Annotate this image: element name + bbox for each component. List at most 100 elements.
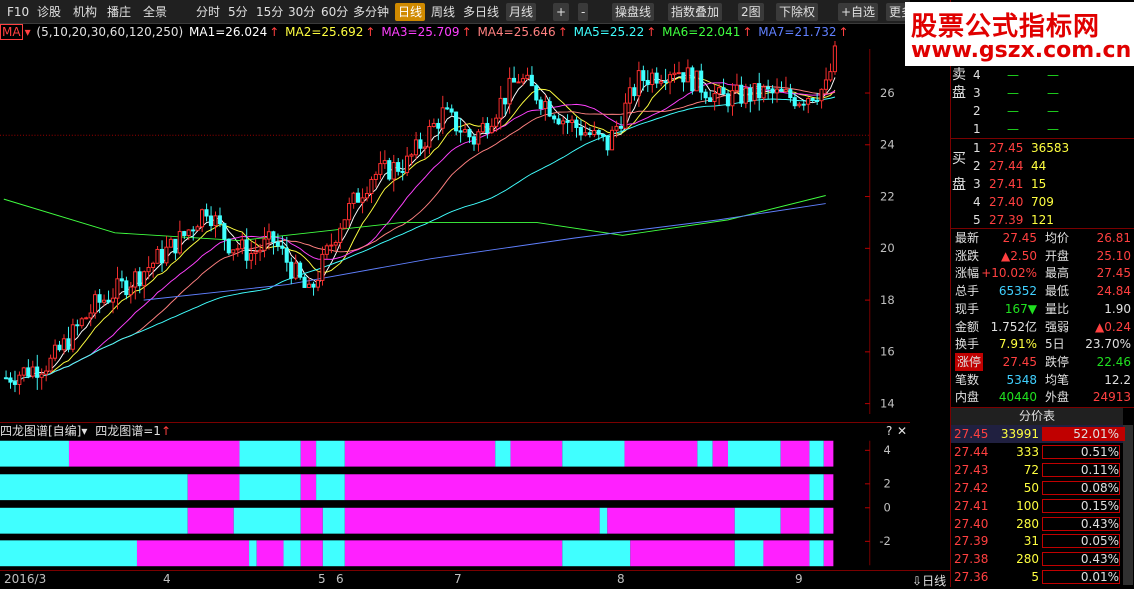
signal-segment bbox=[624, 440, 698, 467]
candle-body bbox=[235, 248, 240, 251]
buy-volume: 15 bbox=[1031, 177, 1047, 191]
candle-body bbox=[610, 129, 615, 151]
toolbar-30min-button[interactable]: 30分 bbox=[285, 3, 318, 21]
toolbar-index-overlay-button[interactable]: 指数叠加 bbox=[668, 3, 723, 21]
candle-body bbox=[57, 344, 62, 351]
sell-row: 3 — — bbox=[951, 84, 1134, 102]
quote-key: 笔数 bbox=[955, 372, 980, 387]
toolbar-5min-button[interactable]: 5分 bbox=[225, 3, 251, 21]
quote-value: 23.70% bbox=[1085, 337, 1131, 352]
price-dist-price: 27.41 bbox=[954, 498, 989, 513]
signal-segment bbox=[316, 440, 345, 467]
signal-segment bbox=[495, 440, 511, 467]
signal-segment bbox=[322, 540, 345, 567]
candle-body bbox=[30, 366, 35, 377]
candle-body bbox=[106, 299, 111, 303]
toolbar-60min-button[interactable]: 60分 bbox=[318, 3, 351, 21]
price-dist-volume: 5 bbox=[1031, 570, 1039, 585]
candle-body bbox=[779, 88, 784, 92]
quote-key: 均笔 bbox=[1045, 372, 1070, 387]
sub-indicator-dropdown-icon[interactable]: ▾ bbox=[81, 424, 87, 438]
candle-body bbox=[538, 99, 543, 110]
toolbar-intraday-button[interactable]: 分时 bbox=[193, 3, 223, 21]
candle-body bbox=[623, 102, 628, 129]
candle-body bbox=[400, 170, 405, 173]
price-dist-scrollbar[interactable] bbox=[1123, 425, 1133, 585]
candle-body bbox=[534, 85, 539, 101]
candle-body bbox=[280, 245, 285, 249]
candle-body bbox=[289, 261, 294, 279]
close-icon[interactable]: ✕ bbox=[897, 423, 907, 439]
toolbar-zoom-out-button[interactable]: - bbox=[578, 3, 589, 21]
quote-key: 最新 bbox=[955, 231, 980, 245]
candle-body bbox=[427, 126, 432, 148]
candle-body bbox=[378, 163, 383, 175]
candle-body bbox=[832, 45, 837, 73]
candle-body bbox=[373, 173, 378, 180]
candle-body bbox=[734, 84, 739, 92]
toolbar-multi-min-button[interactable]: 多分钟 bbox=[350, 3, 392, 21]
candle-body bbox=[449, 108, 454, 113]
quote-panel: 卖 盘 4— —3— —2— —1— — 买 盘 1 27.45 36583 2 27.44 44 3 27… bbox=[950, 0, 1134, 587]
toolbar-daily-button[interactable]: 日线 bbox=[395, 3, 426, 21]
candle-body bbox=[324, 245, 329, 255]
quote-key: 5日 bbox=[1045, 337, 1065, 352]
toolbar-ex-rights-button[interactable]: 下除权 bbox=[776, 3, 819, 21]
toolbar-operate-line-button[interactable]: 操盘线 bbox=[612, 3, 655, 21]
toolbar-panorama-button[interactable]: 全景 bbox=[140, 3, 170, 21]
candle-body bbox=[788, 89, 793, 99]
quote-row: 涨跌 ▲2.50 开盘 25.10 bbox=[951, 247, 1134, 265]
quote-value: 65352 bbox=[998, 284, 1037, 299]
toolbar-multi-day-button[interactable]: 多日线 bbox=[460, 3, 502, 21]
candle-body bbox=[150, 262, 156, 268]
toolbar-institution-button[interactable]: 机构 bbox=[70, 3, 100, 21]
candle-body bbox=[694, 70, 699, 92]
signal-segment bbox=[809, 474, 824, 501]
ma-dropdown-arrow-icon[interactable]: ▾ bbox=[25, 25, 31, 39]
ma-indicator-dropdown[interactable]: MA bbox=[0, 24, 23, 40]
x-label-6: 6 bbox=[336, 572, 344, 586]
ma3-value: MA3=25.709 bbox=[381, 25, 460, 39]
help-icon[interactable]: ? bbox=[886, 423, 892, 439]
y-tick-label: 22 bbox=[880, 189, 895, 203]
quote-key: 涨跌 bbox=[955, 248, 980, 263]
signal-segment bbox=[0, 474, 188, 501]
signal-segment bbox=[809, 507, 824, 534]
toolbar-broadcast-button[interactable]: 播庄 bbox=[104, 3, 134, 21]
candle-body bbox=[797, 103, 802, 107]
kline-chart[interactable]: 26 24 22 20 18 16 14 bbox=[0, 41, 910, 422]
price-dist-row: 27.38 280 0.43% bbox=[951, 550, 1123, 568]
toolbar-add-favorite-button[interactable]: +自选 bbox=[838, 3, 879, 21]
buy-row: 4 27.40 709 bbox=[951, 193, 1134, 211]
four-dragon-chart[interactable]: 4 2 0 -2 bbox=[0, 438, 910, 568]
candle-body bbox=[244, 239, 249, 261]
candle-body bbox=[284, 247, 289, 263]
candle-body bbox=[155, 248, 160, 264]
x-label-4: 4 bbox=[163, 572, 171, 586]
price-dist-price: 27.36 bbox=[954, 570, 989, 585]
toolbar-15min-button[interactable]: 15分 bbox=[253, 3, 286, 21]
toolbar-two-charts-button[interactable]: 2图 bbox=[738, 3, 764, 21]
toolbar-diagnose-button[interactable]: 诊股 bbox=[34, 3, 64, 21]
signal-segment bbox=[239, 440, 301, 467]
candle-body bbox=[708, 97, 713, 102]
quote-key: 涨幅 bbox=[955, 266, 980, 281]
toolbar-zoom-in-button[interactable]: + bbox=[553, 3, 570, 21]
ma4-up-icon: ↑ bbox=[557, 25, 568, 39]
candle-body bbox=[222, 223, 227, 240]
toolbar-monthly-button[interactable]: 月线 bbox=[506, 3, 537, 21]
sell-volume: — bbox=[1047, 86, 1059, 100]
toolbar-f10-button[interactable]: F10 bbox=[4, 3, 32, 21]
candle-body bbox=[596, 130, 601, 135]
ma1-up-icon: ↑ bbox=[269, 25, 280, 39]
candle-body bbox=[173, 238, 178, 254]
candle-body bbox=[382, 160, 387, 165]
quote-row: 现手 167▼ 量比 1.90 bbox=[951, 300, 1134, 318]
toolbar-weekly-button[interactable]: 周线 bbox=[428, 3, 458, 21]
candle-body bbox=[79, 318, 84, 327]
candle-body bbox=[333, 241, 338, 246]
period-dropdown[interactable]: ⇩日线 bbox=[912, 572, 946, 589]
buy-price: 27.40 bbox=[989, 195, 1024, 209]
sub-indicator-name[interactable]: 四龙图谱[自编] bbox=[0, 424, 81, 438]
candle-body bbox=[676, 72, 681, 75]
